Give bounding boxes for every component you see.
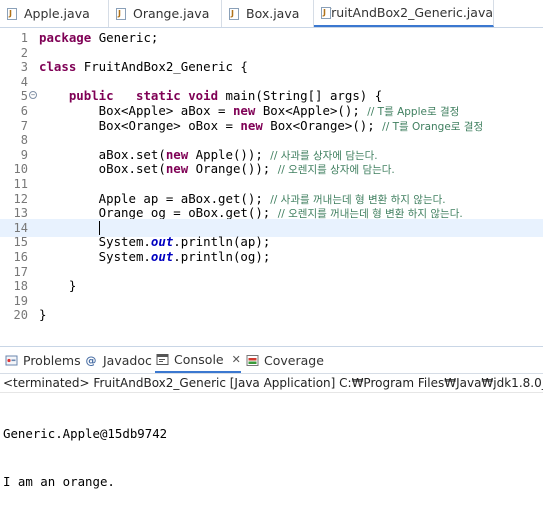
tab-coverage[interactable]: Coverage [245, 347, 324, 373]
coverage-icon [245, 353, 259, 367]
bottom-panel-tab-bar: Problems @ Javadoc Console ✕ Coverage [0, 346, 543, 374]
tab-label: Orange.java [133, 6, 210, 21]
tab-javadoc[interactable]: @ Javadoc [84, 347, 152, 373]
tab-label: Coverage [264, 352, 324, 368]
problems-icon [4, 353, 18, 367]
code-line[interactable]: 20} [0, 306, 543, 324]
code-text: } [39, 307, 47, 323]
tab-orange-java[interactable]: J Orange.java [109, 0, 222, 27]
line-number: 20 [13, 308, 28, 323]
editor-tab-bar: J Apple.java J Orange.java J Box.java J … [0, 0, 543, 28]
java-file-icon: J [320, 6, 331, 20]
console-status-header: <terminated> FruitAndBox2_Generic [Java … [0, 373, 543, 393]
javadoc-icon: @ [85, 353, 97, 367]
tab-console[interactable]: Console ✕ [155, 347, 241, 373]
tab-label: Box.java [246, 6, 300, 21]
tab-label: FruitAndBox2_Generic.java [324, 5, 493, 20]
console-output-line: I am an orange. [3, 474, 115, 489]
tab-label: Apple.java [24, 6, 90, 21]
java-file-icon: J [6, 7, 20, 21]
tab-box-java[interactable]: J Box.java [222, 0, 314, 27]
console-icon [155, 352, 169, 366]
console-output[interactable]: Generic.Apple@15db9742 I am an orange. [3, 394, 167, 506]
java-file-icon: J [228, 7, 242, 21]
code-editor[interactable]: 1 package Generic; 2 3 class FruitAndBox2_Ge… [0, 28, 543, 361]
fold-toggle-icon[interactable]: − [29, 91, 37, 100]
tab-label: Console [174, 351, 224, 367]
tab-problems[interactable]: Problems [4, 347, 81, 373]
tab-fruitandbox2-generic-java[interactable]: J FruitAndBox2_Generic.java [314, 0, 494, 27]
java-file-icon: J [115, 7, 129, 21]
console-output-line: Generic.Apple@15db9742 [3, 426, 168, 441]
tab-label: Problems [23, 352, 81, 368]
tab-label: Javadoc [103, 352, 152, 368]
tab-apple-java[interactable]: J Apple.java [0, 0, 109, 27]
close-icon[interactable]: ✕ [232, 353, 241, 366]
